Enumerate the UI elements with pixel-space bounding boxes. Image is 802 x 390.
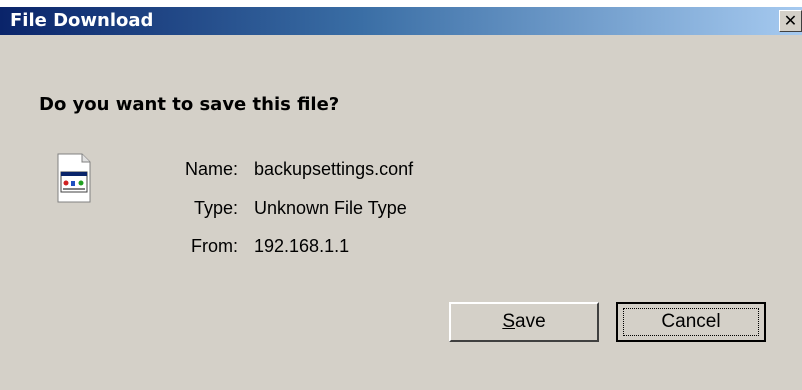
top-strip xyxy=(0,0,802,7)
save-label-accel: S xyxy=(502,311,516,332)
close-icon: ✕ xyxy=(783,11,798,30)
from-label: From: xyxy=(191,236,238,256)
name-value: backupsettings.conf xyxy=(254,159,414,179)
info-row-type: Type: Unknown File Type xyxy=(0,195,802,221)
from-value: 192.168.1.1 xyxy=(254,236,350,256)
cancel-label: Cancel xyxy=(661,311,721,332)
save-label: Save xyxy=(502,311,545,332)
type-value: Unknown File Type xyxy=(254,198,407,218)
dialog-title: File Download xyxy=(10,10,154,31)
cancel-button[interactable]: Cancel xyxy=(616,302,766,342)
title-bar[interactable]: File Download ✕ xyxy=(0,7,802,35)
info-row-from: From: 192.168.1.1 xyxy=(0,233,802,259)
type-label: Type: xyxy=(193,198,238,218)
info-row-name: Name: backupsettings.conf xyxy=(0,156,802,182)
save-button[interactable]: Save xyxy=(449,302,599,342)
save-label-rest: ave xyxy=(515,311,546,332)
save-question: Do you want to save this file? xyxy=(39,94,340,115)
name-label: Name: xyxy=(184,159,238,179)
file-download-dialog: File Download ✕ Do you want to save this… xyxy=(0,0,802,390)
close-button[interactable]: ✕ xyxy=(779,10,802,32)
